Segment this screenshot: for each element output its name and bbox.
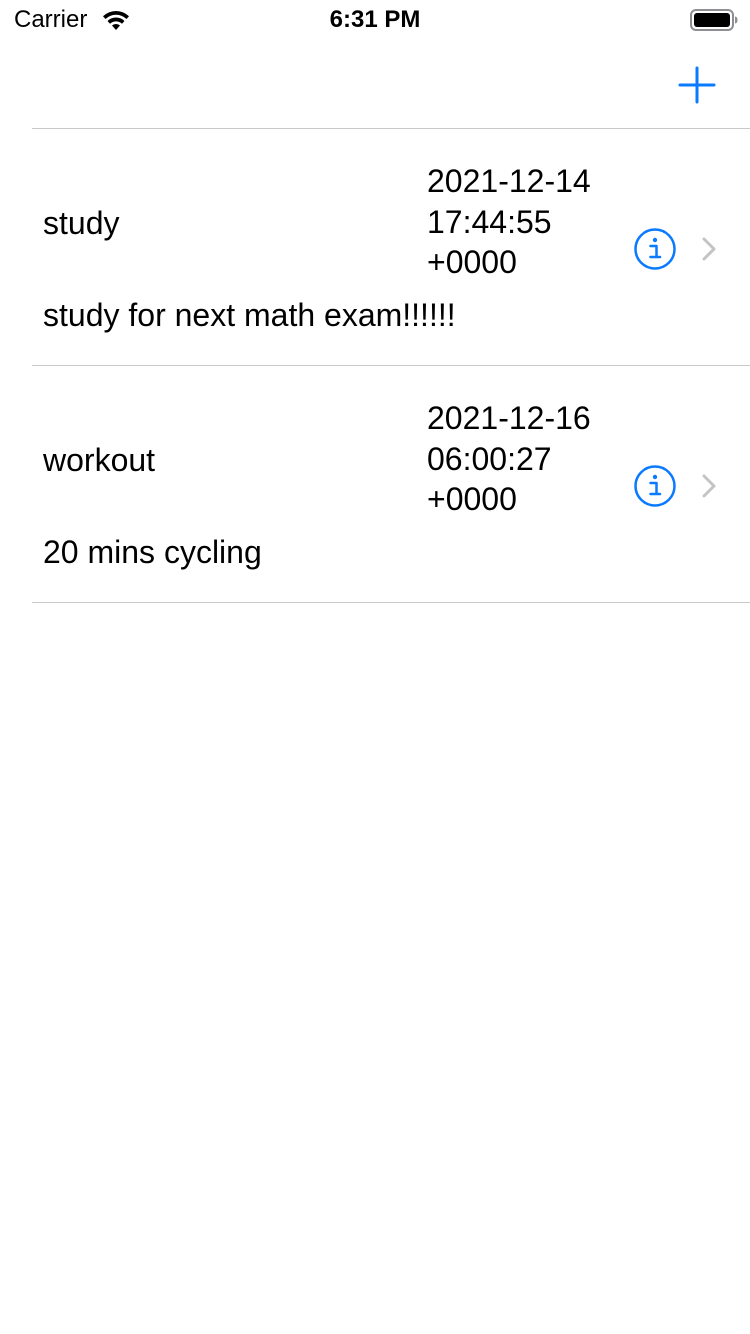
item-title: study	[43, 205, 120, 241]
chevron-right-icon	[702, 237, 716, 261]
todo-list: study 2021-12-14 17:44:55 +0000 study fo…	[0, 128, 750, 603]
info-icon	[634, 228, 676, 270]
info-icon	[634, 465, 676, 507]
row-separator	[32, 602, 750, 603]
item-description: 20 mins cycling	[43, 534, 262, 570]
item-description: study for next math exam!!!!!!	[43, 297, 456, 333]
list-item[interactable]: workout 2021-12-16 06:00:27 +0000 20 min…	[0, 366, 750, 602]
status-bar: Carrier 6:31 PM	[0, 0, 750, 40]
info-button[interactable]	[633, 464, 677, 508]
clock-label: 6:31 PM	[329, 6, 421, 33]
chevron-right-icon	[702, 474, 716, 498]
item-date: 2021-12-16 06:00:27 +0000	[427, 400, 591, 517]
add-button[interactable]	[672, 60, 722, 110]
item-date: 2021-12-14 17:44:55 +0000	[427, 163, 591, 280]
navigation-bar	[0, 40, 750, 128]
info-button[interactable]	[633, 227, 677, 271]
list-item[interactable]: study 2021-12-14 17:44:55 +0000 study fo…	[0, 129, 750, 365]
battery-icon	[690, 9, 738, 31]
plus-icon	[678, 66, 716, 104]
item-title: workout	[43, 442, 156, 478]
